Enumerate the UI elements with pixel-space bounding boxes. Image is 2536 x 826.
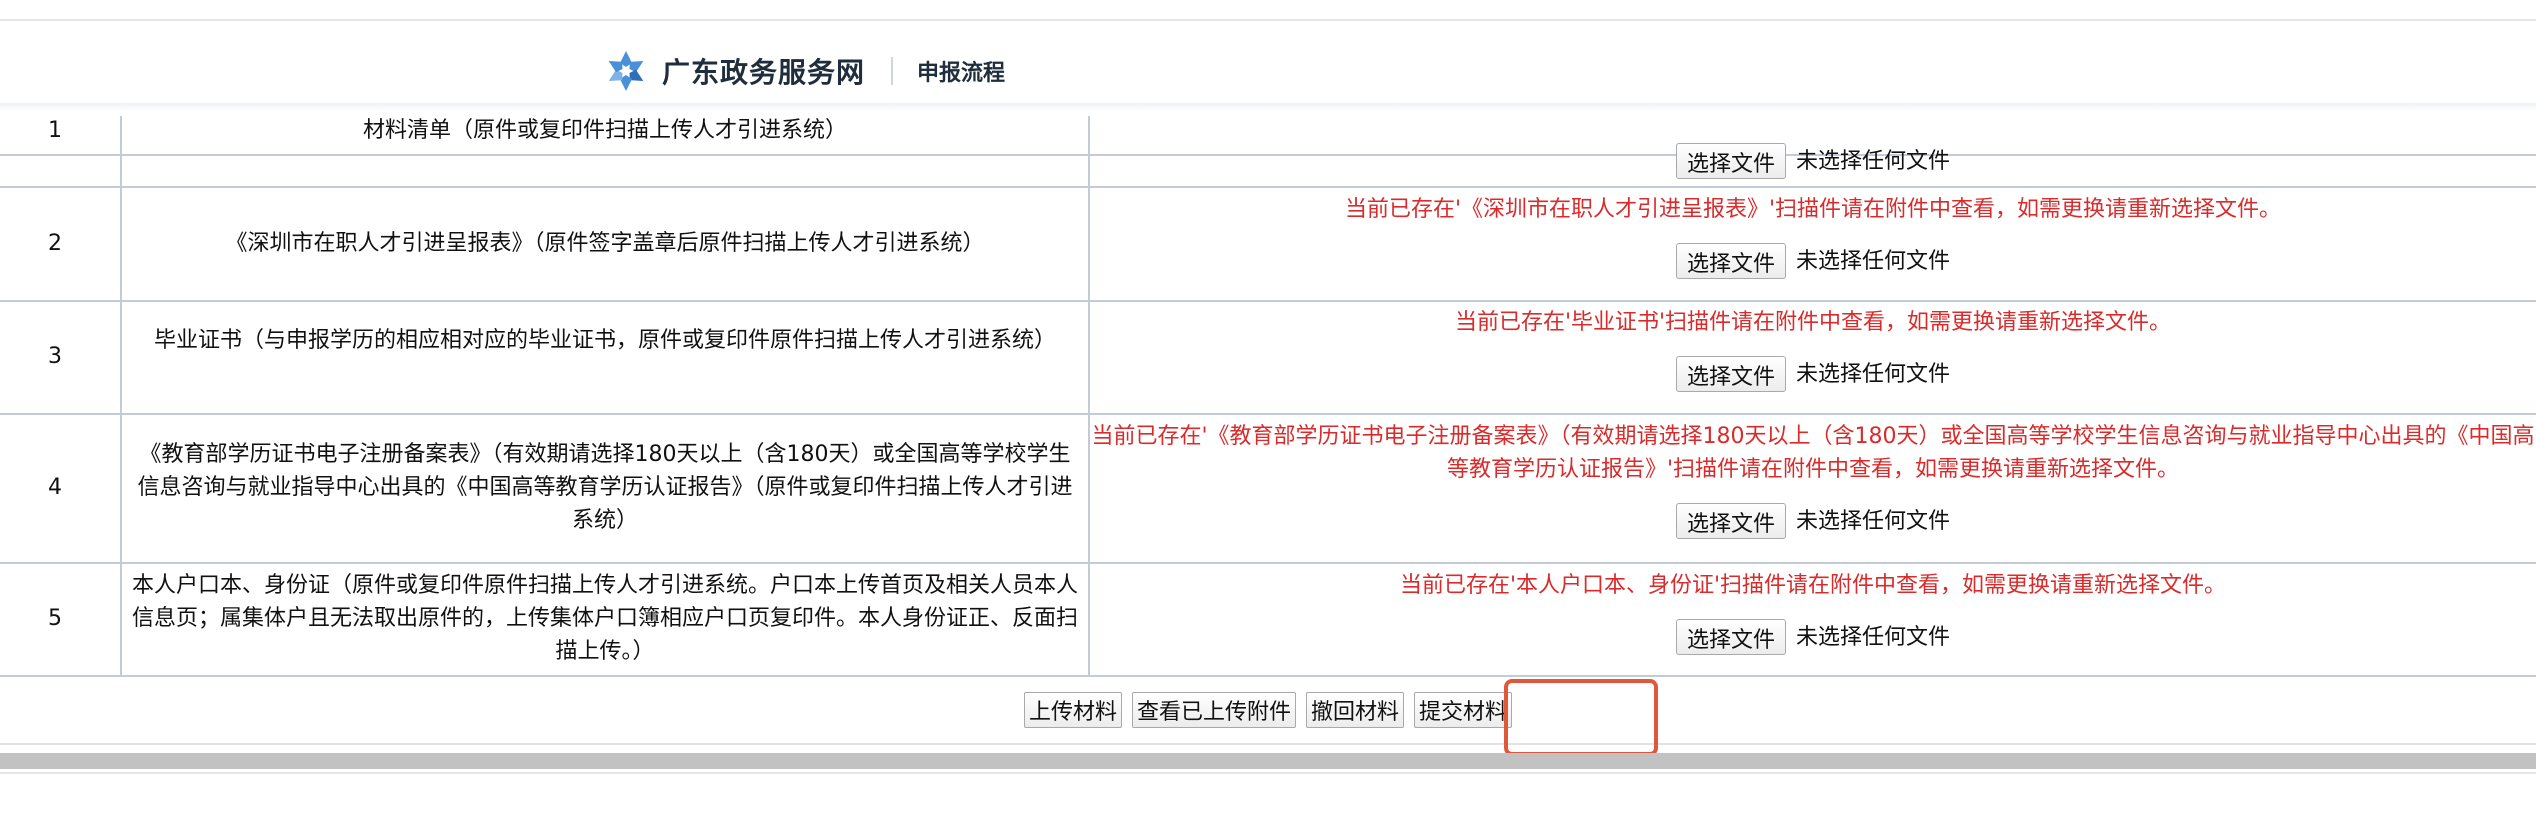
row-divider [0, 675, 2536, 677]
file-status: 未选择任何文件 [1796, 508, 1951, 534]
bottom-divider [0, 772, 2536, 774]
snowflake-logo-icon [608, 51, 644, 91]
existing-file-notice: 当前已存在'毕业证书'扫描件请在附件中查看，如需更换请重新选择文件。 [1454, 310, 2172, 335]
existing-file-notice: 当前已存在'《教育部学历证书电子注册备案表》（有效期请选择180天以上（含180… [1091, 424, 2535, 482]
choose-file-button[interactable]: 选择文件 [1675, 143, 1786, 179]
row-divider [0, 413, 2536, 415]
choose-file-button[interactable]: 选择文件 [1675, 619, 1786, 655]
file-cell: 当前已存在'毕业证书'扫描件请在附件中查看，如需更换请重新选择文件。 选择文件 … [1090, 306, 2536, 392]
file-status: 未选择任何文件 [1796, 624, 1951, 650]
existing-file-notice: 当前已存在'本人户口本、身份证'扫描件请在附件中查看，如需更换请重新选择文件。 [1399, 573, 2227, 598]
choose-file-button[interactable]: 选择文件 [1675, 356, 1786, 392]
row-divider [0, 186, 2536, 188]
row-divider [0, 562, 2536, 564]
row-number: 3 [48, 344, 62, 369]
row-divider [0, 300, 2536, 302]
material-name: 毕业证书（与申报学历的相应相对应的毕业证书，原件或复印件原件扫描上传人才引进系统… [153, 328, 1056, 353]
file-cell: 当前已存在'《教育部学历证书电子注册备案表》（有效期请选择180天以上（含180… [1090, 420, 2536, 539]
choose-file-button[interactable]: 选择文件 [1675, 503, 1786, 539]
site-header [0, 21, 2536, 103]
withdraw-materials-button[interactable]: 撤回材料 [1306, 692, 1405, 728]
material-name: 《教育部学历证书电子注册备案表》（有效期请选择180天以上（含180天）或全国高… [137, 442, 1073, 533]
row-number: 1 [48, 118, 62, 143]
action-bar: 上传材料 查看已上传附件 撤回材料 提交材料 [0, 692, 2536, 728]
file-picker: 选择文件 未选择任何文件 [1090, 243, 2536, 279]
file-status: 未选择任何文件 [1796, 148, 1951, 174]
file-status: 未选择任何文件 [1796, 361, 1951, 387]
material-name: 材料清单（原件或复印件扫描上传人才引进系统） [362, 118, 847, 143]
submit-materials-button[interactable]: 提交材料 [1414, 692, 1513, 728]
material-name: 《深圳市在职人才引进呈报表》（原件签字盖章后原件扫描上传人才引进系统） [225, 231, 985, 256]
horizontal-scrollbar[interactable] [0, 753, 2536, 769]
file-cell: 当前已存在'本人户口本、身份证'扫描件请在附件中查看，如需更换请重新选择文件。 … [1090, 569, 2536, 655]
file-picker: 选择文件 未选择任何文件 [1090, 619, 2536, 655]
view-uploaded-attachments-button[interactable]: 查看已上传附件 [1131, 692, 1296, 728]
file-picker: 选择文件 未选择任何文件 [1090, 356, 2536, 392]
material-name: 本人户口本、身份证（原件或复印件原件扫描上传人才引进系统。户口本上传首页及相关人… [131, 573, 1078, 664]
header-separator [891, 57, 894, 85]
choose-file-button[interactable]: 选择文件 [1675, 243, 1786, 279]
submit-highlight-box [1504, 679, 1658, 756]
file-cell: 选择文件 未选择任何文件 [1090, 143, 2536, 179]
header-shadow [0, 103, 2536, 111]
upload-materials-button[interactable]: 上传材料 [1023, 692, 1122, 728]
file-status: 未选择任何文件 [1796, 248, 1951, 274]
row-divider [0, 743, 2536, 745]
row-number: 5 [48, 606, 62, 631]
existing-file-notice: 当前已存在'《深圳市在职人才引进呈报表》'扫描件请在附件中查看，如需更换请重新选… [1344, 197, 2282, 222]
file-cell: 当前已存在'《深圳市在职人才引进呈报表》'扫描件请在附件中查看，如需更换请重新选… [1090, 193, 2536, 279]
row-number: 4 [48, 475, 62, 500]
file-picker: 选择文件 未选择任何文件 [1090, 503, 2536, 539]
site-name[interactable]: 广东政务服务网 [662, 51, 865, 91]
column-divider [120, 116, 122, 677]
site-brand[interactable]: 广东政务服务网 申报流程 [604, 48, 1005, 94]
row-number: 2 [48, 231, 62, 256]
file-picker: 选择文件 未选择任何文件 [1090, 143, 2536, 179]
page-title: 申报流程 [917, 61, 1006, 86]
